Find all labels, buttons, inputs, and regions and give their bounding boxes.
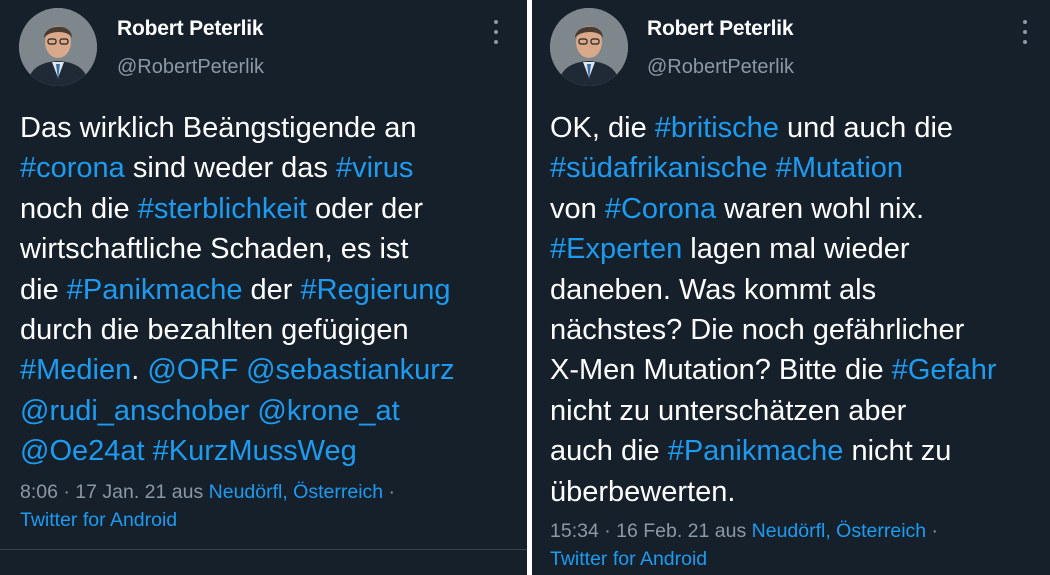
hashtag-link[interactable]: #Panikmache — [67, 274, 243, 306]
mention-link[interactable]: @sebastiankurz — [246, 354, 454, 386]
tweet-text-segment: lagen mal wieder — [682, 233, 910, 266]
tweet-text: OK, die #britische und auch die #südafrik… — [550, 108, 997, 512]
hashtag-link[interactable]: #Corona — [605, 193, 716, 225]
hashtag-link[interactable]: #Gefahr — [892, 354, 997, 386]
tweet-line: wirtschaftliche Schaden, es ist — [20, 229, 454, 269]
tweet-text-segment: X-Men Mutation? Bitte die — [550, 354, 892, 387]
tweet-text-segment: waren wohl nix. — [716, 192, 925, 225]
tweet-line: #südafrikanische #Mutation — [550, 148, 997, 188]
user-handle[interactable]: @RobertPeterlik — [647, 56, 794, 79]
tweet-client-link[interactable]: Twitter for Android — [550, 545, 938, 573]
tweet-text-segment: sind weder das — [124, 152, 336, 185]
hashtag-link[interactable]: #britische — [655, 112, 779, 144]
hashtag-link[interactable]: #südafrikanische — [550, 152, 768, 184]
hashtag-link[interactable]: #sterblichkeit — [138, 193, 307, 225]
tweet-line: daneben. Was kommt als — [550, 270, 997, 310]
tweet-text: Das wirklich Beängstigende an #corona sin… — [20, 108, 454, 472]
tweet-text-segment: wirtschaftliche Schaden, es ist — [20, 233, 409, 266]
tweet-location-link[interactable]: Neudörfl, Österreich — [209, 481, 383, 503]
tweet-text-segment — [768, 152, 776, 184]
hashtag-link[interactable]: #KurzMussWeg — [153, 435, 357, 467]
tweet-text-segment: der — [242, 273, 301, 306]
tweet-line: überbewerten. — [550, 472, 997, 512]
tweet-text-segment — [238, 354, 246, 386]
user-handle[interactable]: @RobertPeterlik — [117, 56, 264, 79]
more-vertical-icon[interactable] — [1020, 20, 1030, 44]
tweet-text-segment: daneben. Was kommt als — [550, 273, 877, 306]
avatar[interactable] — [19, 8, 97, 86]
tweet-card-left: Robert Peterlik @RobertPeterlik Das wirk… — [0, 0, 527, 575]
tweet-line: X-Men Mutation? Bitte die #Gefahr — [550, 350, 997, 390]
more-vertical-icon[interactable] — [491, 20, 501, 44]
tweet-location-link[interactable]: Neudörfl, Österreich — [752, 520, 926, 542]
hashtag-link[interactable]: #Medien — [20, 354, 131, 386]
tweet-text-segment: Das wirklich Beängstigende an — [20, 112, 417, 144]
tweet-line: auch die #Panikmache nicht zu — [550, 431, 997, 471]
tweet-text-segment: und auch die — [778, 112, 954, 144]
tweet-line: die #Panikmache der #Regierung — [20, 270, 454, 310]
avatar[interactable] — [550, 8, 628, 86]
divider — [0, 549, 527, 550]
tweet-line: @rudi_anschober @krone_at — [20, 391, 454, 431]
profile-photo-icon — [19, 8, 97, 86]
tweet-line: #corona sind weder das #virus — [20, 148, 454, 188]
meta-separator: · — [383, 481, 396, 503]
tweet-timestamp[interactable]: 15:34 · 16 Feb. 21 aus — [550, 520, 752, 542]
mention-link[interactable]: @Oe24at — [20, 435, 145, 467]
display-name[interactable]: Robert Peterlik — [647, 17, 794, 41]
tweet-text-segment: nicht zu — [843, 435, 952, 468]
tweet-text-segment: von — [550, 192, 605, 225]
tweet-client-link[interactable]: Twitter for Android — [20, 506, 395, 534]
mention-link[interactable]: @ORF — [147, 354, 238, 386]
display-name[interactable]: Robert Peterlik — [117, 17, 264, 41]
tweet-text-segment: auch die — [550, 435, 668, 468]
tweet-text-segment: . — [131, 354, 148, 387]
mention-link[interactable]: @rudi_anschober — [20, 395, 249, 427]
tweet-line: von #Corona waren wohl nix. — [550, 189, 997, 229]
mention-link[interactable]: @krone_at — [257, 395, 399, 427]
hashtag-link[interactable]: #Mutation — [776, 152, 903, 184]
tweet-text-segment: überbewerten. — [550, 475, 736, 508]
tweet-line: OK, die #britische und auch die — [550, 108, 997, 148]
meta-separator: · — [926, 520, 939, 542]
tweet-line: nicht zu unterschätzen aber — [550, 391, 997, 431]
tweet-text-segment: noch die — [20, 192, 138, 225]
hashtag-link[interactable]: #virus — [336, 152, 413, 184]
tweet-line: nächstes? Die noch gefährlicher — [550, 310, 997, 350]
tweet-line: noch die #sterblichkeit oder der — [20, 189, 454, 229]
tweet-line: @Oe24at #KurzMussWeg — [20, 431, 454, 471]
tweet-text-segment: durch die bezahlten gefügigen — [20, 313, 409, 346]
hashtag-link[interactable]: #Panikmache — [668, 435, 844, 467]
profile-photo-icon — [550, 8, 628, 86]
tweet-line: durch die bezahlten gefügigen — [20, 310, 454, 350]
tweet-meta: 8:06 · 17 Jan. 21 aus Neudörfl, Österrei… — [20, 478, 395, 534]
tweet-line: #Experten lagen mal wieder — [550, 229, 997, 269]
hashtag-link[interactable]: #Experten — [550, 233, 682, 265]
tweet-text-segment: OK, die — [550, 112, 655, 144]
tweet-text-segment: die — [20, 273, 67, 306]
tweet-line: Das wirklich Beängstigende an — [20, 108, 454, 148]
hashtag-link[interactable]: #corona — [20, 152, 125, 184]
tweet-text-segment: nicht zu unterschätzen aber — [550, 394, 907, 427]
tweet-timestamp[interactable]: 8:06 · 17 Jan. 21 aus — [20, 481, 209, 503]
tweet-text-segment: nächstes? Die noch gefährlicher — [550, 313, 965, 346]
hashtag-link[interactable]: #Regierung — [301, 274, 451, 306]
tweet-meta: 15:34 · 16 Feb. 21 aus Neudörfl, Österre… — [550, 517, 938, 573]
tweet-card-right: Robert Peterlik @RobertPeterlik OK, die … — [532, 0, 1050, 575]
tweet-text-segment — [145, 435, 153, 467]
tweet-text-segment: oder der — [306, 192, 424, 225]
tweet-line: #Medien. @ORF @sebastiankurz — [20, 350, 454, 390]
